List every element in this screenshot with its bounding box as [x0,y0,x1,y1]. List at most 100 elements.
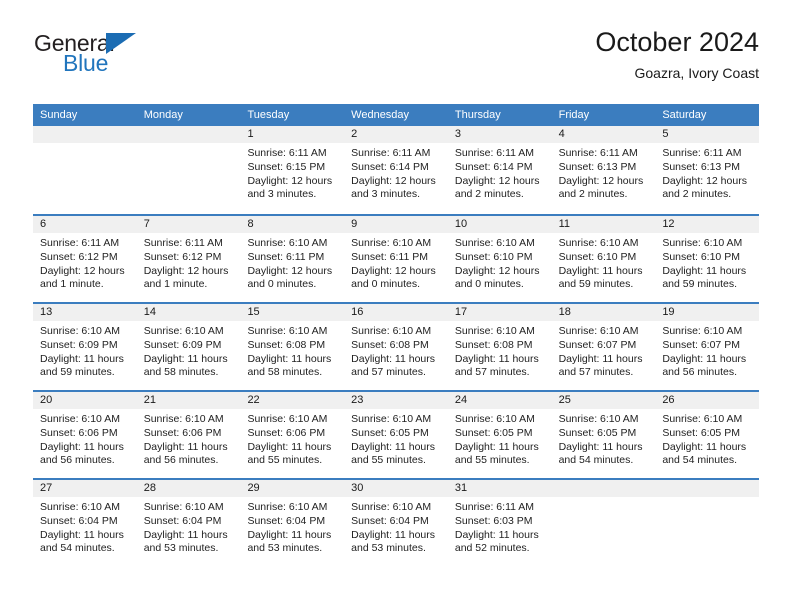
sunset-text: Sunset: 6:05 PM [454,426,533,439]
day-number: 29 [247,482,260,494]
day-number-band: 25 [551,392,656,409]
day-number: 5 [662,128,669,140]
sunrise-text: Sunrise: 6:10 AM [558,237,639,249]
daylight-text: Daylight: 11 hours and 52 minutes. [454,528,539,555]
sunset-text: Sunset: 6:10 PM [454,250,533,263]
day-info: Sunrise: 6:10 AM Sunset: 6:04 PM Daylight:… [344,497,448,556]
day-number-band: 17 [447,304,552,321]
day-cell[interactable]: 11 Sunrise: 6:10 AM Sunset: 6:10 PM Dayligh… [551,216,656,302]
daylight-text: Daylight: 11 hours and 57 minutes. [558,352,643,379]
day-cell[interactable]: 21 Sunrise: 6:10 AM Sunset: 6:06 PM Dayligh… [136,392,241,478]
sunset-text: Sunset: 6:04 PM [40,514,118,527]
day-cell[interactable]: 23 Sunrise: 6:10 AM Sunset: 6:05 PM Dayligh… [344,392,448,478]
day-number-band: 11 [551,216,656,233]
day-cell-empty [655,480,760,566]
daylight-text: Daylight: 12 hours and 3 minutes. [351,174,436,201]
day-cell[interactable]: 1 Sunrise: 6:11 AM Sunset: 6:15 PM Daylight… [240,126,345,214]
day-cell[interactable]: 28 Sunrise: 6:10 AM Sunset: 6:04 PM Dayligh… [136,480,241,566]
sunrise-text: Sunrise: 6:10 AM [351,501,432,513]
day-cell[interactable]: 8 Sunrise: 6:10 AM Sunset: 6:11 PM Daylight… [240,216,345,302]
day-cell[interactable]: 6 Sunrise: 6:11 AM Sunset: 6:12 PM Daylight… [33,216,137,302]
sunset-text: Sunset: 6:04 PM [143,514,222,527]
day-info: Sunrise: 6:10 AM Sunset: 6:04 PM Daylight:… [137,497,241,556]
day-info: Sunrise: 6:10 AM Sunset: 6:05 PM Daylight:… [655,409,759,468]
day-cell[interactable]: 26 Sunrise: 6:10 AM Sunset: 6:05 PM Dayligh… [655,392,760,478]
day-number: 27 [40,482,53,494]
day-cell[interactable]: 29 Sunrise: 6:10 AM Sunset: 6:04 PM Dayligh… [240,480,345,566]
sunrise-text: Sunrise: 6:11 AM [351,147,431,159]
sunrise-text: Sunrise: 6:10 AM [662,325,743,337]
day-cell[interactable]: 5 Sunrise: 6:11 AM Sunset: 6:13 PM Daylight… [655,126,760,214]
day-cell[interactable]: 18 Sunrise: 6:10 AM Sunset: 6:07 PM Dayligh… [551,304,656,390]
day-cell[interactable]: 12 Sunrise: 6:10 AM Sunset: 6:10 PM Dayligh… [655,216,760,302]
day-cell[interactable]: 15 Sunrise: 6:10 AM Sunset: 6:08 PM Dayligh… [240,304,345,390]
day-number: 18 [558,306,571,318]
weekday-header-row: Sunday Monday Tuesday Wednesday Thursday Frid… [33,104,759,126]
day-cell[interactable]: 10 Sunrise: 6:10 AM Sunset: 6:10 PM Dayligh… [447,216,552,302]
day-cell[interactable]: 3 Sunrise: 6:11 AM Sunset: 6:14 PM Daylight… [447,126,552,214]
day-number: 30 [351,482,364,494]
daylight-text: Daylight: 11 hours and 53 minutes. [247,528,332,555]
sunset-text: Sunset: 6:10 PM [558,250,637,263]
day-cell-empty [136,126,241,214]
day-number-band: 19 [655,304,760,321]
day-cell[interactable]: 17 Sunrise: 6:10 AM Sunset: 6:08 PM Dayligh… [447,304,552,390]
daylight-text: Daylight: 11 hours and 58 minutes. [143,352,228,379]
daylight-text: Daylight: 11 hours and 58 minutes. [247,352,332,379]
day-cell[interactable]: 4 Sunrise: 6:11 AM Sunset: 6:13 PM Daylight… [551,126,656,214]
day-cell[interactable]: 20 Sunrise: 6:10 AM Sunset: 6:06 PM Dayligh… [33,392,137,478]
day-cell[interactable]: 27 Sunrise: 6:10 AM Sunset: 6:04 PM Dayligh… [33,480,137,566]
weekday-header-friday: Friday [558,109,590,121]
sunset-text: Sunset: 6:11 PM [247,250,325,263]
calendar-grid: Sunday Monday Tuesday Wednesday Thursday Frid… [33,104,760,566]
day-info: Sunrise: 6:10 AM Sunset: 6:08 PM Daylight:… [240,321,344,380]
day-number: 22 [247,394,260,406]
day-info: Sunrise: 6:10 AM Sunset: 6:09 PM Daylight:… [137,321,241,380]
day-cell[interactable]: 30 Sunrise: 6:10 AM Sunset: 6:04 PM Dayligh… [344,480,448,566]
day-cell[interactable]: 14 Sunrise: 6:10 AM Sunset: 6:09 PM Dayligh… [136,304,241,390]
day-cell[interactable]: 24 Sunrise: 6:10 AM Sunset: 6:05 PM Dayligh… [447,392,552,478]
day-cell[interactable]: 19 Sunrise: 6:10 AM Sunset: 6:07 PM Dayligh… [655,304,760,390]
day-cell[interactable]: 2 Sunrise: 6:11 AM Sunset: 6:14 PM Daylight… [344,126,448,214]
day-cell[interactable]: 25 Sunrise: 6:10 AM Sunset: 6:05 PM Dayligh… [551,392,656,478]
daylight-text: Daylight: 12 hours and 2 minutes. [662,174,747,201]
day-cell[interactable]: 9 Sunrise: 6:10 AM Sunset: 6:11 PM Daylight… [344,216,448,302]
day-info: Sunrise: 6:11 AM Sunset: 6:14 PM Daylight:… [344,143,448,202]
daylight-text: Daylight: 11 hours and 59 minutes. [40,352,124,379]
day-number: 12 [662,218,675,230]
day-cell[interactable]: 7 Sunrise: 6:11 AM Sunset: 6:12 PM Daylight… [136,216,241,302]
weekday-header-sunday: Sunday [40,109,78,121]
day-info: Sunrise: 6:10 AM Sunset: 6:10 PM Daylight:… [448,233,552,292]
day-number: 24 [454,394,468,406]
day-number: 14 [143,306,156,318]
daylight-text: Daylight: 11 hours and 53 minutes. [143,528,228,555]
day-number-band [33,126,137,143]
page-title: October 2024 [595,27,759,57]
day-cell[interactable]: 13 Sunrise: 6:10 AM Sunset: 6:09 PM Dayligh… [33,304,137,390]
day-number: 15 [247,306,260,318]
day-number-band: 30 [344,480,448,497]
daylight-text: Daylight: 12 hours and 1 minute. [40,264,125,291]
day-number: 1 [247,128,254,140]
sunset-text: Sunset: 6:05 PM [351,426,429,439]
day-cell[interactable]: 31 Sunrise: 6:11 AM Sunset: 6:03 PM Dayligh… [447,480,552,566]
sunrise-text: Sunrise: 6:10 AM [143,413,224,425]
sunrise-text: Sunrise: 6:10 AM [40,501,120,513]
day-info: Sunrise: 6:10 AM Sunset: 6:04 PM Daylight:… [33,497,137,556]
sunset-text: Sunset: 6:05 PM [558,426,637,439]
sunrise-text: Sunrise: 6:11 AM [143,237,223,249]
sunrise-text: Sunrise: 6:10 AM [143,325,224,337]
day-number: 3 [454,128,461,140]
sunset-text: Sunset: 6:06 PM [247,426,326,439]
day-number-band: 20 [33,392,137,409]
day-number-band: 7 [136,216,241,233]
day-info: Sunrise: 6:10 AM Sunset: 6:09 PM Daylight:… [33,321,137,380]
day-number-band: 31 [447,480,552,497]
day-number: 8 [247,218,254,230]
day-number-band: 27 [33,480,137,497]
day-info: Sunrise: 6:11 AM Sunset: 6:13 PM Daylight:… [552,143,656,202]
day-cell[interactable]: 22 Sunrise: 6:10 AM Sunset: 6:06 PM Dayligh… [240,392,345,478]
day-number: 10 [454,218,468,230]
day-cell[interactable]: 16 Sunrise: 6:10 AM Sunset: 6:08 PM Dayligh… [344,304,448,390]
general-blue-logo[interactable]: General Blue [33,30,243,90]
